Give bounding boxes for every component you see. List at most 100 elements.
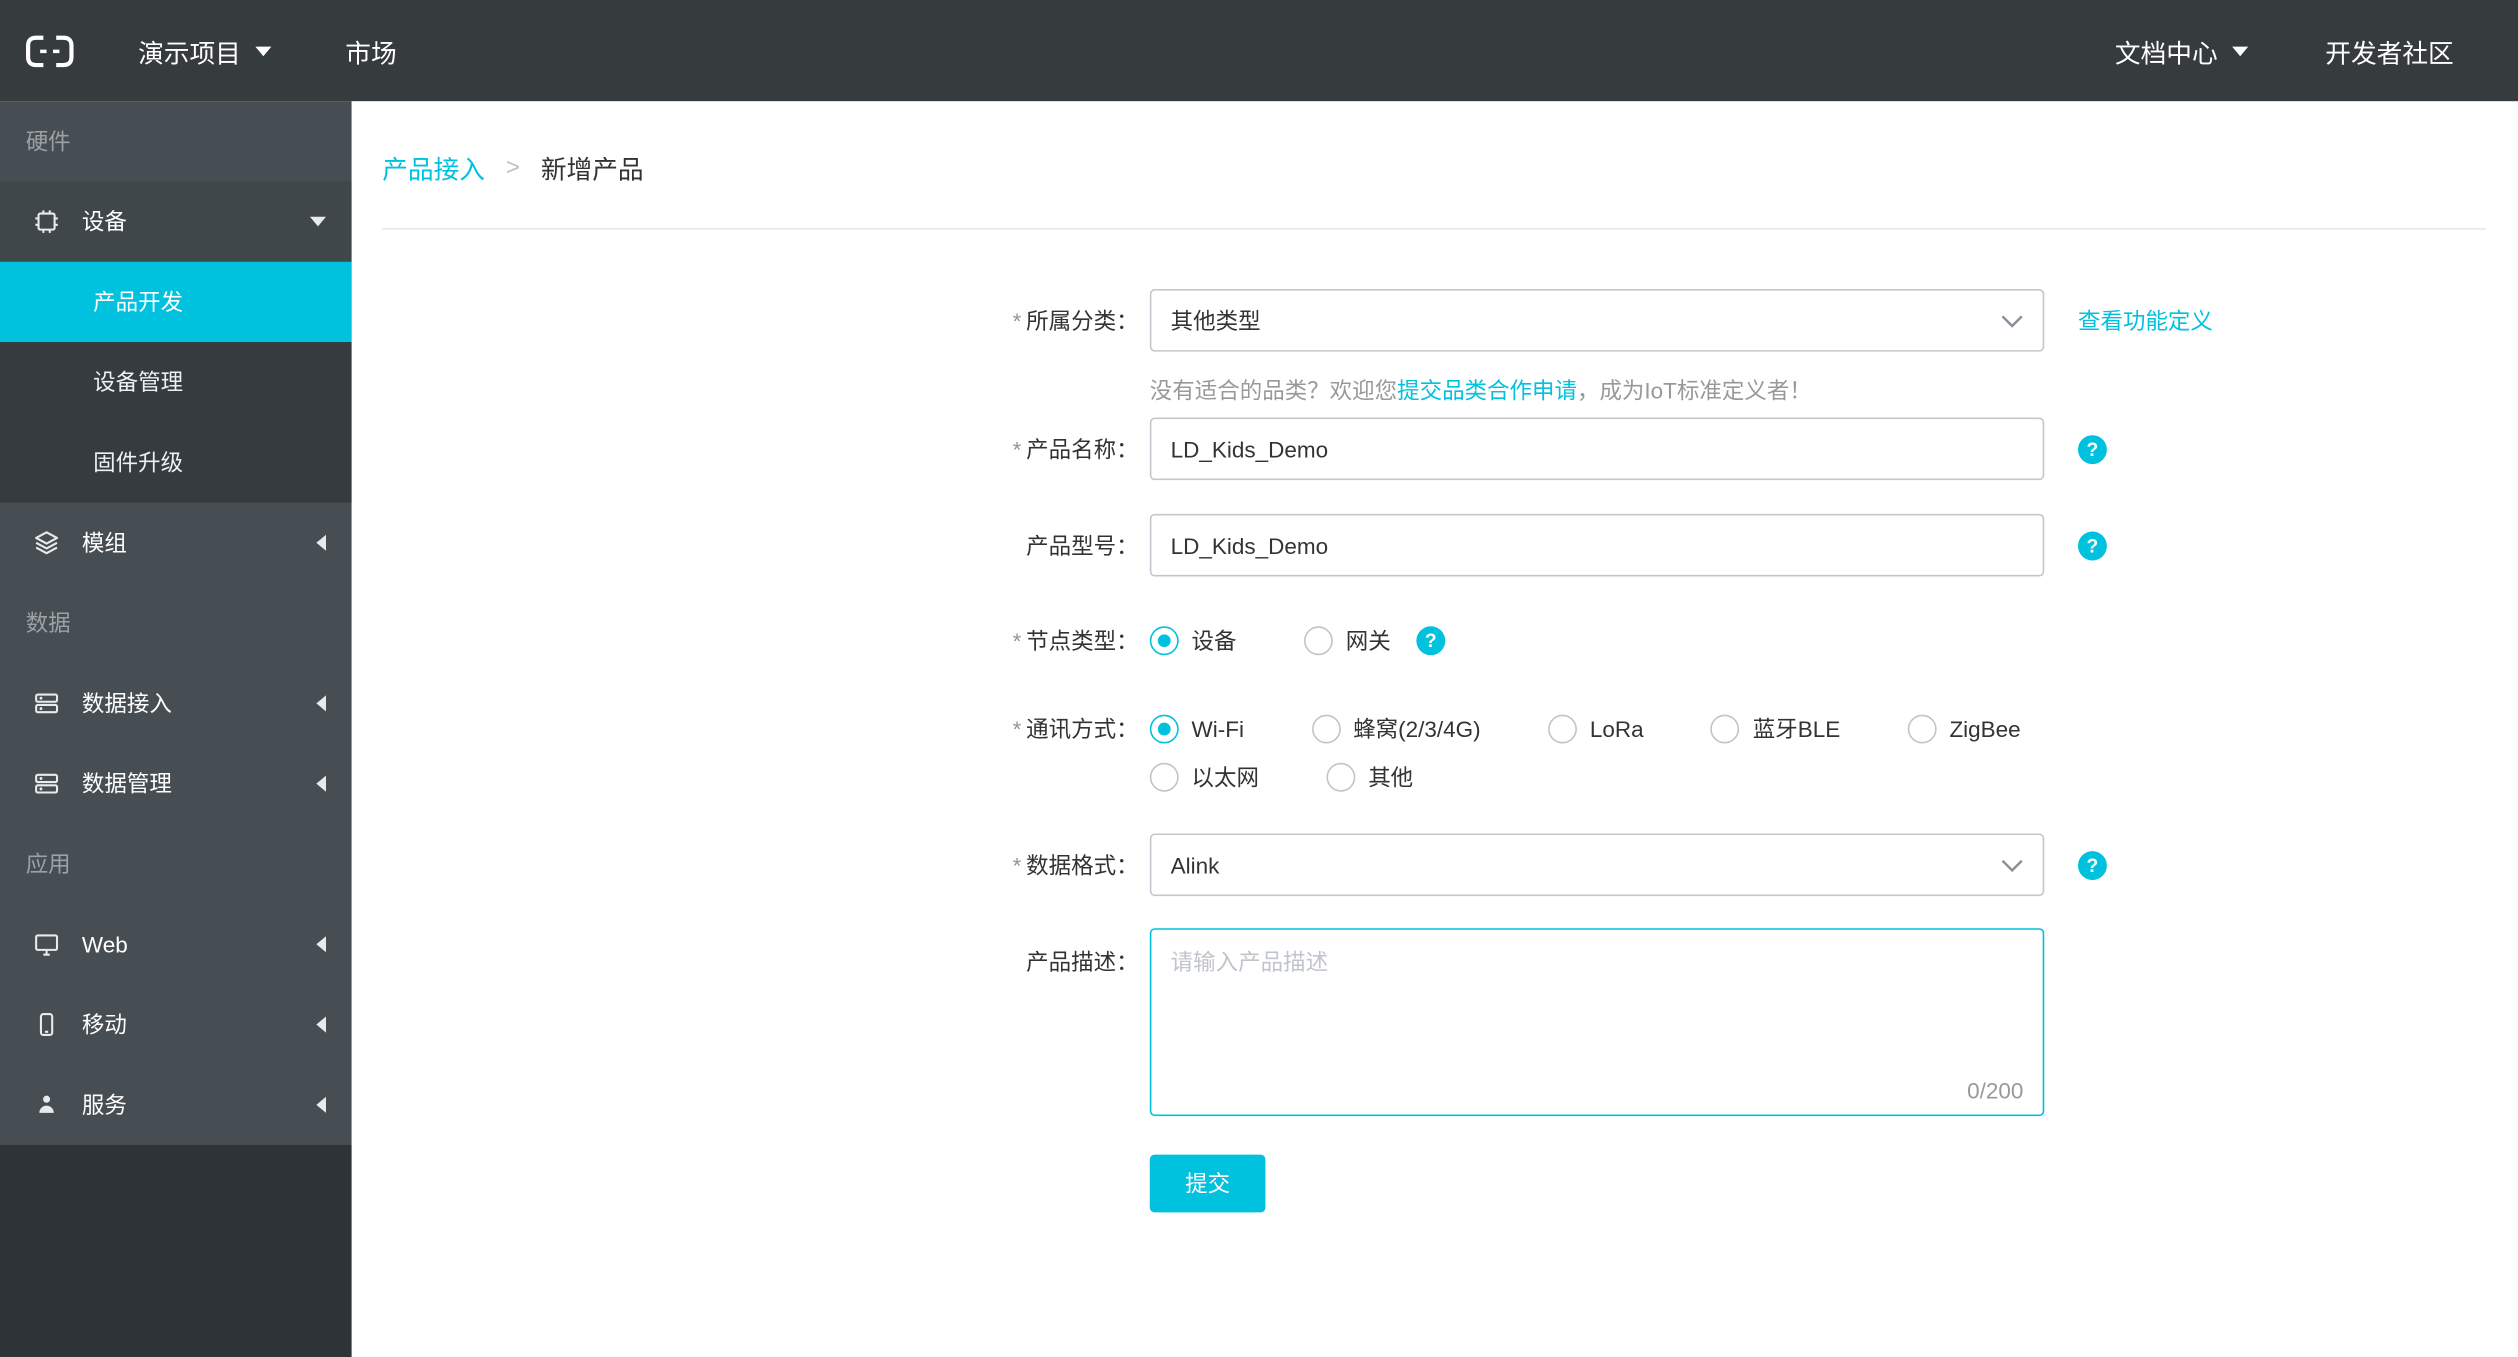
sidebar-item-firmware-upgrade[interactable]: 固件升级 [0, 422, 352, 502]
radio-icon [1303, 626, 1333, 656]
sidebar-item-module[interactable]: 模组 [0, 503, 352, 583]
submit-category-cooperation-link[interactable]: 提交品类合作申请 [1397, 377, 1577, 403]
sidebar-item-device[interactable]: 设备 [0, 181, 352, 262]
data-format-help-icon[interactable]: ? [2077, 850, 2107, 880]
sidebar-item-label: 产品开发 [93, 289, 184, 315]
comm-option-label: 蓝牙BLE [1752, 716, 1841, 742]
required-mark: * [1012, 851, 1022, 878]
description-label-text: 产品描述： [1026, 949, 1139, 975]
nav-dev-community[interactable]: 开发者社区 [2325, 31, 2453, 70]
breadcrumb: 产品接入 > 新增产品 [382, 148, 2486, 187]
breadcrumb-separator-icon: > [505, 153, 520, 181]
chevron-down-icon [309, 216, 326, 227]
alibaba-cloud-logo[interactable] [26, 34, 74, 67]
breadcrumb-product-access-link[interactable]: 产品接入 [382, 148, 485, 187]
project-switcher[interactable]: 演示项目 [138, 31, 272, 70]
chevron-left-icon [316, 1016, 326, 1033]
comm-option-ble[interactable]: 蓝牙BLE [1711, 713, 1840, 745]
chevron-left-icon [316, 1096, 326, 1113]
required-mark: * [1012, 627, 1022, 654]
smartphone-icon [32, 1010, 61, 1039]
sidebar-device-submenu: 产品开发 设备管理 固件升级 [0, 261, 352, 503]
node-type-help-icon[interactable]: ? [1416, 626, 1446, 656]
chevron-left-icon [316, 534, 326, 551]
radio-icon [1711, 714, 1740, 744]
node-type-option-gateway[interactable]: 网关 [1303, 625, 1391, 657]
view-function-definition-link[interactable]: 查看功能定义 [2078, 304, 2213, 336]
sidebar-item-mobile[interactable]: 移动 [0, 984, 352, 1064]
comm-option-label: 其他 [1368, 764, 1414, 791]
layers-icon [32, 528, 61, 557]
caret-down-icon [2232, 45, 2249, 56]
sidebar-item-label: 设备管理 [93, 369, 184, 396]
nav-dev-community-label: 开发者社区 [2325, 40, 2454, 69]
node-type-radio-group: 设备 网关 ? [1149, 625, 1446, 657]
required-mark: * [1012, 435, 1022, 462]
description-label: 产品描述： [352, 928, 1150, 978]
comm-option-label: Wi-Fi [1191, 716, 1244, 742]
submit-button[interactable]: 提交 [1149, 1154, 1266, 1213]
product-description-box: 0/200 [1149, 928, 2045, 1117]
node-type-option-label: 设备 [1191, 627, 1237, 654]
nav-doc-center[interactable]: 文档中心 [2115, 31, 2249, 70]
comm-option-lora[interactable]: LoRa [1548, 713, 1644, 745]
product-description-textarea[interactable] [1151, 929, 2043, 1059]
node-type-option-device[interactable]: 设备 [1149, 625, 1237, 657]
category-label-text: 所属分类： [1026, 307, 1139, 334]
chevron-left-icon [316, 775, 326, 792]
required-mark: * [1012, 307, 1022, 334]
sidebar-section-app: 应用 [25, 851, 71, 877]
sidebar-item-service[interactable]: 服务 [0, 1065, 352, 1145]
alibaba-cloud-logo-icon [26, 34, 74, 67]
category-hint: 没有适合的品类？欢迎您提交品类合作申请，成为IoT标准定义者！ [1150, 374, 2518, 406]
radio-icon [1149, 714, 1179, 744]
product-model-row: 产品型号： ? [352, 513, 2518, 577]
description-row: 产品描述： 0/200 [352, 928, 2518, 1117]
nav-market[interactable]: 市场 [345, 31, 396, 70]
product-name-label-text: 产品名称： [1026, 435, 1139, 462]
category-hint-suffix: ，成为IoT标准定义者！ [1576, 377, 1812, 404]
comm-type-label: * 通讯方式： [352, 713, 1150, 745]
comm-option-other[interactable]: 其他 [1326, 761, 1413, 793]
node-type-label-text: 节点类型： [1026, 627, 1139, 654]
comm-option-ethernet[interactable]: 以太网 [1149, 761, 1259, 793]
sidebar-item-product-dev[interactable]: 产品开发 [0, 261, 352, 343]
comm-option-label: ZigBee [1949, 716, 2021, 742]
radio-icon [1326, 762, 1356, 792]
product-model-label-text: 产品型号： [1026, 532, 1139, 559]
comm-option-label: 蜂窝(2/3/4G) [1353, 716, 1481, 742]
node-type-row: * 节点类型： 设备 网关 ? [352, 625, 2518, 657]
new-product-form: * 所属分类： 其他类型 查看功能定义 没有适合的品类？欢迎您提交品类合作申请，成… [352, 289, 2518, 1213]
comm-option-zigbee[interactable]: ZigBee [1907, 713, 2021, 745]
radio-icon [1548, 714, 1577, 744]
sidebar-item-device-mgmt[interactable]: 设备管理 [0, 342, 352, 422]
sidebar-item-web[interactable]: Web [0, 904, 352, 984]
chevron-down-icon [2001, 314, 2023, 327]
data-format-select[interactable]: Alink [1149, 833, 2045, 897]
comm-option-wifi[interactable]: Wi-Fi [1149, 713, 1244, 745]
sidebar-item-label: 模组 [81, 529, 127, 556]
product-name-input[interactable] [1149, 417, 2045, 481]
nav-market-label: 市场 [345, 40, 397, 69]
product-model-help-icon[interactable]: ? [2077, 530, 2107, 560]
sidebar-item-data-mgmt[interactable]: 数据管理 [0, 744, 352, 824]
comm-option-label: LoRa [1589, 716, 1644, 742]
product-name-help-icon[interactable]: ? [2077, 434, 2107, 464]
monitor-icon [32, 930, 61, 959]
product-name-label: * 产品名称： [352, 433, 1150, 465]
main-content: 产品接入 > 新增产品 * 所属分类： 其他类型 查看功能定义 没有适合的品类？欢… [351, 101, 2518, 1357]
radio-icon [1149, 762, 1179, 792]
category-select[interactable]: 其他类型 [1149, 289, 2045, 352]
comm-option-cellular[interactable]: 蜂窝(2/3/4G) [1311, 713, 1481, 745]
app-root: 演示项目 市场 文档中心 开发者社区 硬件 设备 产品开发 设备管理 固件升级 … [0, 0, 2518, 1357]
sidebar-item-label: 服务 [81, 1091, 127, 1118]
project-switcher-label: 演示项目 [138, 40, 241, 69]
radio-icon [1907, 714, 1937, 744]
required-mark: * [1012, 716, 1022, 742]
sidebar-item-data-access[interactable]: 数据接入 [0, 663, 352, 743]
product-model-input[interactable] [1149, 513, 2045, 577]
topbar-right: 文档中心 开发者社区 [2115, 31, 2454, 70]
sidebar-item-label: 移动 [81, 1011, 127, 1038]
category-hint-prefix: 没有适合的品类？欢迎您 [1149, 377, 1398, 404]
comm-option-label: 以太网 [1191, 764, 1259, 791]
